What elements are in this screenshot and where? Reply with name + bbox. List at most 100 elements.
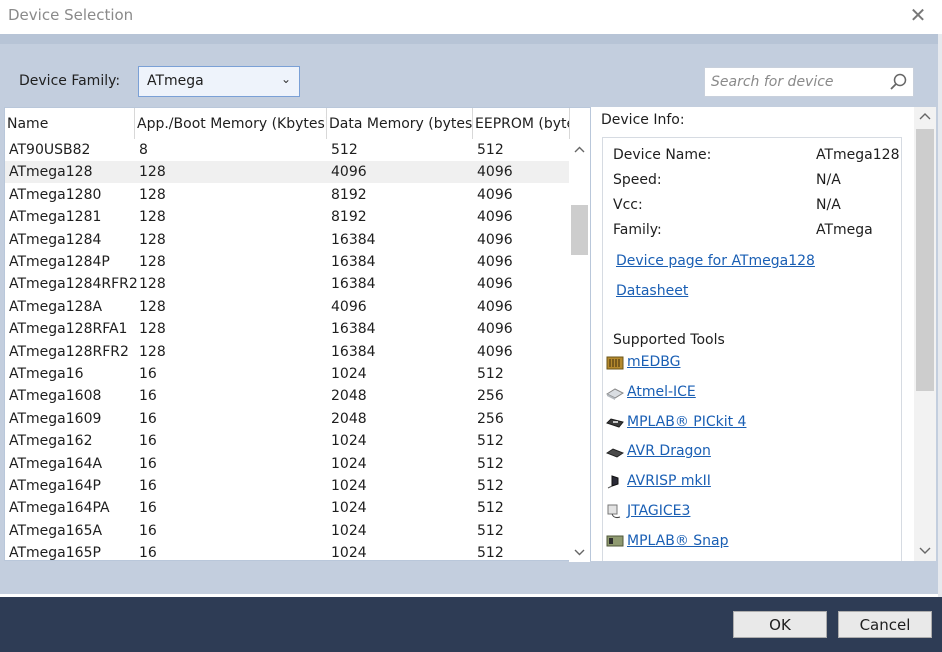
cell-eeprom: 256 [477, 410, 504, 427]
table-row[interactable]: ATmega1280 128 8192 4096 [5, 184, 570, 206]
table-row[interactable]: ATmega1284 128 16384 4096 [5, 229, 570, 251]
speed-label: Speed: [613, 172, 662, 188]
cell-data-memory: 1024 [331, 522, 367, 539]
table-row[interactable]: ATmega164PA 16 1024 512 [5, 497, 570, 519]
close-icon[interactable]: ✕ [908, 5, 928, 25]
dialog-footer: OK Cancel [0, 597, 942, 652]
tool-link-atmel-ice[interactable]: Atmel-ICE [627, 384, 696, 400]
cell-eeprom: 4096 [477, 164, 513, 181]
cell-data-memory: 1024 [331, 500, 367, 517]
search-input[interactable] [705, 68, 885, 96]
table-row[interactable]: ATmega165A 16 1024 512 [5, 520, 570, 542]
device-page-link[interactable]: Device page for ATmega128 [616, 253, 815, 269]
scroll-down-icon[interactable] [919, 545, 931, 555]
table-row[interactable]: ATmega128 128 4096 4096 [5, 161, 570, 184]
cell-name: ATmega162 [9, 433, 93, 450]
cell-name: ATmega164PA [9, 500, 110, 517]
column-header-data-memory[interactable]: Data Memory (bytes) [327, 108, 473, 139]
cell-data-memory: 16384 [331, 321, 376, 338]
cell-app-boot-memory: 8 [139, 142, 148, 158]
table-header: Name App./Boot Memory (Kbytes) Data Memo… [5, 108, 570, 139]
device-family-value: ATmega [147, 73, 204, 89]
scroll-up-icon[interactable] [919, 112, 931, 122]
cell-app-boot-memory: 128 [139, 343, 166, 360]
datasheet-link[interactable]: Datasheet [616, 283, 688, 299]
cell-data-memory: 1024 [331, 478, 367, 494]
search-icon[interactable] [889, 73, 907, 91]
scroll-up-icon[interactable] [573, 144, 586, 156]
ok-button[interactable]: OK [733, 611, 827, 638]
cell-name: ATmega165P [9, 545, 101, 562]
device-name-label: Device Name: [613, 147, 712, 163]
device-family-select[interactable]: ATmega ⌄ [138, 66, 300, 97]
info-scrollbar[interactable] [914, 107, 936, 561]
tool-link-avrisp-mkii[interactable]: AVRISP mkII [627, 473, 711, 489]
cell-app-boot-memory: 16 [139, 410, 157, 427]
column-header-eeprom[interactable]: EEPROM (byte [473, 108, 570, 139]
cell-name: ATmega164A [9, 455, 103, 472]
table-row[interactable]: ATmega128RFR2 128 16384 4096 [5, 341, 570, 363]
cell-app-boot-memory: 16 [139, 478, 157, 494]
cell-name: ATmega1281 [9, 209, 102, 226]
cell-app-boot-memory: 128 [139, 276, 166, 293]
cell-app-boot-memory: 128 [139, 321, 166, 338]
cell-name: ATmega1280 [9, 186, 102, 203]
table-row[interactable]: ATmega1608 16 2048 256 [5, 385, 570, 407]
tool-link-medbg[interactable]: mEDBG [627, 354, 680, 370]
cell-data-memory: 1024 [331, 433, 367, 450]
cell-app-boot-memory: 16 [139, 388, 157, 405]
cell-name: ATmega1284RFR2 [9, 276, 138, 293]
cell-data-memory: 2048 [331, 410, 367, 427]
cell-name: ATmega128 [9, 164, 93, 181]
cell-eeprom: 512 [477, 500, 504, 517]
pickit-4-icon [606, 418, 624, 428]
cell-data-memory: 1024 [331, 545, 367, 562]
tool-link-jtagice3[interactable]: JTAGICE3 [627, 503, 690, 519]
tool-link-pickit-4[interactable]: MPLAB® PICkit 4 [627, 414, 746, 430]
table-row[interactable]: ATmega1609 16 2048 256 [5, 408, 570, 430]
cell-app-boot-memory: 16 [139, 366, 157, 382]
info-scrollbar-thumb[interactable] [916, 129, 934, 391]
table-scrollbar-thumb[interactable] [571, 205, 588, 255]
table-row[interactable]: ATmega162 16 1024 512 [5, 430, 570, 452]
cell-name: ATmega1608 [9, 388, 102, 405]
table-row[interactable]: ATmega128RFA1 128 16384 4096 [5, 318, 570, 340]
table-row[interactable]: ATmega1284RFR2 128 16384 4096 [5, 273, 570, 295]
cell-eeprom: 512 [477, 366, 504, 382]
cell-app-boot-memory: 16 [139, 433, 157, 450]
cell-name: ATmega164P [9, 478, 101, 494]
cancel-button[interactable]: Cancel [838, 611, 932, 638]
content-top-strip [0, 34, 938, 44]
cell-eeprom: 4096 [477, 343, 513, 360]
cell-name: ATmega128A [9, 298, 103, 315]
tool-link-avr-dragon[interactable]: AVR Dragon [627, 443, 711, 459]
cell-data-memory: 512 [331, 142, 358, 158]
cell-name: ATmega1609 [9, 410, 102, 427]
cell-app-boot-memory: 128 [139, 298, 166, 315]
search-box[interactable] [704, 67, 914, 97]
cell-app-boot-memory: 16 [139, 545, 157, 562]
table-row[interactable]: AT90USB82 8 512 512 [5, 139, 570, 161]
device-name-value: ATmega128 [816, 147, 900, 163]
table-row[interactable]: ATmega164P 16 1024 512 [5, 475, 570, 497]
column-header-name[interactable]: Name [5, 108, 135, 139]
cell-eeprom: 512 [477, 455, 504, 472]
cell-data-memory: 1024 [331, 366, 367, 382]
tool-link-mplab-snap[interactable]: MPLAB® Snap [627, 533, 729, 549]
table-row[interactable]: ATmega1284P 128 16384 4096 [5, 251, 570, 273]
column-header-app-boot-memory[interactable]: App./Boot Memory (Kbytes) [135, 108, 327, 139]
table-row[interactable]: ATmega128A 128 4096 4096 [5, 296, 570, 318]
cell-app-boot-memory: 16 [139, 500, 157, 517]
table-scrollbar[interactable] [569, 139, 590, 562]
table-row[interactable]: ATmega1281 128 8192 4096 [5, 206, 570, 228]
table-row[interactable]: ATmega164A 16 1024 512 [5, 453, 570, 475]
window-edge [938, 34, 942, 597]
chevron-down-icon: ⌄ [280, 72, 291, 86]
table-row[interactable]: ATmega165P 16 1024 512 [5, 542, 570, 562]
cell-data-memory: 2048 [331, 388, 367, 405]
dialog-content: Device Family: ATmega ⌄ Name App./Boot M… [0, 34, 938, 594]
scroll-down-icon[interactable] [573, 546, 586, 558]
table-row[interactable]: ATmega16 16 1024 512 [5, 363, 570, 385]
mplab-snap-icon [606, 535, 624, 547]
atmel-ice-icon [606, 388, 624, 400]
